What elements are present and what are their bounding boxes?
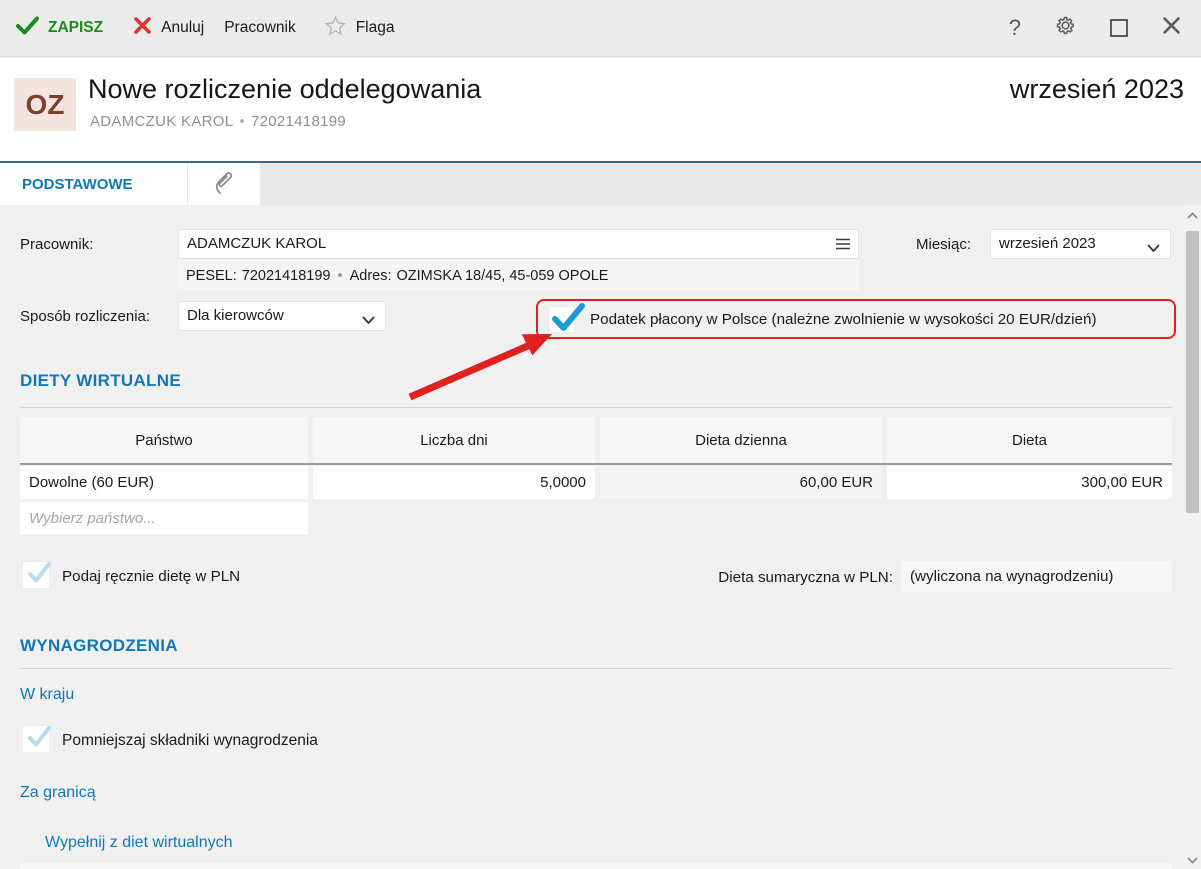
flag-button-label: Flaga bbox=[355, 19, 395, 36]
month-field-label: Miesiąc: bbox=[916, 236, 972, 253]
table-cell-daily-diet: 60,00 EUR bbox=[600, 466, 882, 499]
ghost-check-icon bbox=[28, 726, 51, 747]
chevron-down-icon bbox=[1187, 856, 1198, 864]
column-header-dieta-dzienna: Dieta dzienna bbox=[600, 417, 882, 463]
chevron-up-icon bbox=[1187, 211, 1198, 219]
settlement-field-label: Sposób rozliczenia: bbox=[20, 308, 151, 325]
settings-gear-button[interactable] bbox=[1055, 15, 1076, 41]
section-divider bbox=[20, 668, 1172, 669]
employee-field-label: Pracownik: bbox=[20, 236, 94, 253]
subsection-w-kraju: W kraju bbox=[20, 686, 75, 703]
pesel-value: 72021418199 bbox=[241, 267, 331, 284]
manual-diet-checkbox[interactable] bbox=[22, 561, 51, 589]
table-cell-country[interactable]: Dowolne (60 EUR) bbox=[20, 466, 308, 499]
tab-attachments[interactable] bbox=[188, 163, 260, 205]
next-table-edge bbox=[20, 863, 1172, 869]
close-icon bbox=[1162, 17, 1181, 39]
vertical-scrollbar[interactable] bbox=[1184, 205, 1201, 869]
month-dropdown-value: wrzesień 2023 bbox=[999, 235, 1096, 252]
help-button[interactable]: ? bbox=[1009, 15, 1021, 41]
tax-checkbox-annotation-outline: Podatek płacony w Polsce (należne zwolni… bbox=[536, 299, 1176, 339]
annotation-arrow-icon bbox=[408, 334, 552, 401]
table-new-row-country-picker[interactable]: Wybierz państwo... bbox=[20, 502, 308, 535]
address-value: OZIMSKA 18/45, 45-059 OPOLE bbox=[396, 267, 609, 284]
summary-diet-label: Dieta sumaryczna w PLN: bbox=[718, 569, 893, 586]
save-button[interactable]: ZAPISZ bbox=[16, 16, 103, 40]
toolbar: ZAPISZ Anuluj Pracownik Flaga ? bbox=[0, 0, 1201, 57]
maximize-button[interactable] bbox=[1110, 19, 1128, 37]
section-title-wynagrodzenia: WYNAGRODZENIA bbox=[20, 636, 178, 655]
summary-diet-value: (wyliczona na wynagrodzeniu) bbox=[901, 561, 1172, 592]
scrollbar-thumb[interactable] bbox=[1186, 231, 1199, 513]
ghost-check-icon bbox=[28, 562, 51, 583]
maximize-icon bbox=[1110, 19, 1128, 37]
tab-strip: PODSTAWOWE bbox=[0, 163, 1201, 205]
subtitle-separator: • bbox=[239, 113, 245, 130]
subtitle-employee-id: 72021418199 bbox=[250, 113, 347, 130]
reduce-salary-components-checkbox[interactable] bbox=[22, 725, 51, 753]
paperclip-icon bbox=[212, 168, 236, 201]
scroll-down-button[interactable] bbox=[1184, 852, 1201, 868]
table-header-separator bbox=[20, 463, 1172, 465]
pesel-label: PESEL: bbox=[186, 267, 237, 284]
subtitle-employee-name: ADAMCZUK KAROL bbox=[90, 113, 234, 130]
fill-from-virtual-diets-link[interactable]: Wypełnij z diet wirtualnych bbox=[45, 834, 232, 852]
settlement-dropdown-value: Dla kierowców bbox=[187, 307, 284, 324]
flag-star-icon bbox=[324, 15, 347, 42]
tab-podstawowe[interactable]: PODSTAWOWE bbox=[0, 163, 187, 205]
flag-button[interactable]: Flaga bbox=[324, 15, 395, 42]
address-label: Adres: bbox=[349, 267, 392, 284]
month-dropdown[interactable]: wrzesień 2023 bbox=[990, 229, 1171, 259]
gear-icon bbox=[1055, 16, 1076, 40]
column-header-dieta: Dieta bbox=[887, 417, 1172, 463]
cancel-button[interactable]: Anuluj bbox=[133, 16, 204, 40]
page-subtitle: ADAMCZUK KAROL • 72021418199 bbox=[90, 113, 346, 130]
column-header-panstwo: Państwo bbox=[20, 417, 308, 463]
page-title: Nowe rozliczenie oddelegowania bbox=[88, 74, 482, 104]
employee-input[interactable]: ADAMCZUK KAROL bbox=[178, 229, 859, 259]
manual-diet-checkbox-label: Podaj ręcznie dietę w PLN bbox=[62, 568, 241, 585]
close-button[interactable] bbox=[1162, 16, 1181, 40]
employee-info-strip: PESEL: 72021418199 • Adres: OZIMSKA 18/45, 4… bbox=[178, 260, 859, 291]
chevron-down-icon bbox=[362, 312, 375, 330]
period-heading: wrzesień 2023 bbox=[1009, 74, 1184, 104]
form-header: OZ Nowe rozliczenie oddelegowania ADAMCZ… bbox=[0, 58, 1201, 161]
chevron-down-icon bbox=[1147, 240, 1160, 258]
column-header-liczba-dni: Liczba dni bbox=[313, 417, 595, 463]
section-title-diety-wirtualne: DIETY WIRTUALNE bbox=[20, 371, 181, 390]
settlement-dropdown[interactable]: Dla kierowców bbox=[178, 301, 386, 331]
scroll-up-button[interactable] bbox=[1184, 207, 1201, 223]
document-type-badge: OZ bbox=[14, 78, 76, 131]
form-content: Pracownik: ADAMCZUK KAROL Miesiąc: wrzes… bbox=[0, 205, 1201, 869]
reduce-salary-checkbox-label: Pomniejszaj składniki wynagrodzenia bbox=[62, 732, 318, 749]
section-divider bbox=[20, 407, 1172, 408]
info-separator: • bbox=[337, 267, 343, 284]
save-check-icon bbox=[16, 16, 39, 40]
tab-podstawowe-label: PODSTAWOWE bbox=[22, 175, 133, 193]
tax-checkbox-label: Podatek płacony w Polsce (należne zwolni… bbox=[590, 310, 1097, 328]
employee-picker-menu-icon[interactable] bbox=[835, 237, 851, 256]
save-button-label: ZAPISZ bbox=[48, 19, 104, 36]
employee-input-value: ADAMCZUK KAROL bbox=[187, 235, 327, 252]
employee-menu-button[interactable]: Pracownik bbox=[224, 19, 296, 37]
cancel-button-label: Anuluj bbox=[161, 19, 205, 36]
subsection-za-granica: Za granicą bbox=[20, 784, 96, 801]
table-cell-days[interactable]: 5,0000 bbox=[313, 466, 595, 499]
table-cell-diet[interactable]: 300,00 EUR bbox=[887, 466, 1172, 499]
employee-menu-label: Pracownik bbox=[224, 19, 296, 36]
cancel-x-icon bbox=[133, 16, 152, 40]
